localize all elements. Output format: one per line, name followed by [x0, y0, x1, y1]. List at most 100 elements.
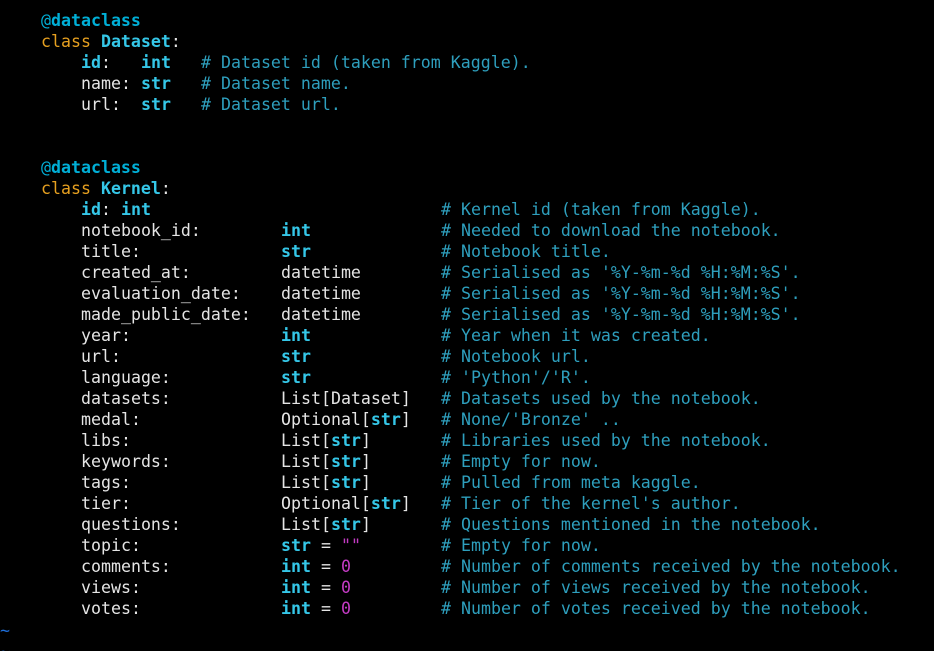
field-comment: # Serialised as '%Y-%m-%d %H:%M:%S'. — [441, 263, 801, 282]
field-comment: # Number of views received by the notebo… — [441, 578, 871, 597]
field-type: List[str] — [281, 430, 371, 451]
field-type: List[Dataset] — [281, 388, 411, 409]
field-name: name — [81, 74, 121, 93]
field-comment: # Dataset url. — [201, 95, 341, 114]
field-name: questions: — [81, 515, 181, 534]
field-type: str — [281, 241, 311, 262]
field-name: medal: — [81, 410, 141, 429]
field-name: views: — [81, 578, 141, 597]
type-param: str — [330, 515, 361, 534]
field-type: datetime — [281, 304, 361, 325]
decorator-at: @ — [41, 158, 51, 177]
field-type: str — [141, 74, 171, 93]
field-name: id — [81, 200, 101, 219]
field-comment: # Questions mentioned in the notebook. — [441, 515, 821, 534]
field-name: url: — [81, 347, 121, 366]
field-name: votes: — [81, 599, 141, 618]
field-type: int — [281, 220, 311, 241]
field-comment: # Year when it was created. — [441, 326, 711, 345]
field-name: evaluation_date: — [81, 284, 241, 303]
assign-operator: = — [310, 578, 341, 597]
decorator-at: @ — [41, 11, 51, 30]
field-type: Optional[str] — [281, 493, 411, 514]
field-type: int = 0 — [281, 556, 351, 577]
default-value: "" — [340, 536, 361, 555]
field-comment: # Number of comments received by the not… — [441, 557, 901, 576]
field-comment: # Serialised as '%Y-%m-%d %H:%M:%S'. — [441, 305, 801, 324]
field-name: topic: — [81, 536, 141, 555]
type-name: int — [281, 578, 311, 597]
type-generic: Optional[ — [281, 494, 371, 513]
field-name: url — [81, 95, 111, 114]
assign-operator: = — [310, 599, 341, 618]
type-generic: List[ — [281, 389, 331, 408]
field-type: int — [120, 200, 151, 219]
field-comment: # Libraries used by the notebook. — [441, 431, 771, 450]
field-type: Optional[str] — [281, 409, 411, 430]
class-keyword: class — [41, 32, 91, 51]
field-type: int = 0 — [281, 598, 351, 619]
field-comment: # Kernel id (taken from Kaggle). — [441, 200, 761, 219]
field-comment: # None/'Bronze' .. — [441, 410, 621, 429]
field-comment: # Needed to download the notebook. — [441, 221, 781, 240]
field-name: tier: — [81, 494, 131, 513]
field-type: str — [281, 346, 311, 367]
field-comment: # Tier of the kernel's author. — [441, 494, 741, 513]
field-comment: # Empty for now. — [441, 452, 601, 471]
field-name: comments: — [81, 557, 171, 576]
type-bracket: ] — [400, 410, 411, 429]
code-line-field: url: str # Dataset url. — [81, 95, 341, 114]
field-type: List[str] — [281, 451, 371, 472]
field-type: int — [281, 325, 311, 346]
field-comment: # Serialised as '%Y-%m-%d %H:%M:%S'. — [441, 284, 801, 303]
type-generic: Optional[ — [281, 410, 371, 429]
empty-line-marker: ~ — [0, 621, 10, 640]
field-type: str = "" — [281, 535, 361, 556]
type-name: int — [281, 557, 311, 576]
field-name: id — [81, 53, 101, 72]
default-value: 0 — [340, 557, 351, 576]
type-param: str — [370, 494, 401, 513]
field-type: datetime — [281, 262, 361, 283]
field-comment: # Pulled from meta kaggle. — [441, 473, 701, 492]
field-comment: # Empty for now. — [441, 536, 601, 555]
type-name: int — [281, 326, 311, 345]
type-bracket: ] — [360, 515, 371, 534]
field-comment: # Number of votes received by the notebo… — [441, 599, 871, 618]
field-name: year: — [81, 326, 131, 345]
field-name: datasets: — [81, 389, 171, 408]
field-type: int — [141, 53, 171, 72]
type-bracket: ] — [360, 431, 371, 450]
type-param: str — [330, 452, 361, 471]
field-type: List[str] — [281, 472, 371, 493]
type-generic: List[ — [281, 515, 331, 534]
field-comment: # Dataset name. — [201, 74, 351, 93]
type-name: datetime — [281, 305, 361, 324]
assign-operator: = — [310, 557, 341, 576]
default-value: 0 — [340, 599, 351, 618]
type-name: int — [281, 221, 311, 240]
field-name: title: — [81, 242, 141, 261]
class-name-dataset: Dataset — [100, 32, 171, 51]
code-line-field: id: int # Dataset id (taken from Kaggle)… — [81, 53, 531, 72]
type-generic: List[ — [281, 431, 331, 450]
field-name: keywords: — [81, 452, 171, 471]
field-type: str — [141, 95, 171, 114]
field-name: made_public_date: — [81, 305, 251, 324]
field-name: notebook_id: — [81, 221, 201, 240]
type-generic: List[ — [281, 473, 331, 492]
type-bracket: ] — [360, 473, 371, 492]
type-param: Dataset — [330, 389, 401, 408]
field-type: str — [281, 367, 311, 388]
field-type: int = 0 — [281, 577, 351, 598]
assign-operator: = — [310, 536, 341, 555]
code-line-decorator: @dataclass — [0, 157, 141, 178]
code-line-class-kernel: class Kernel: — [41, 179, 171, 198]
field-name: language: — [81, 368, 171, 387]
code-line-field: name: str # Dataset name. — [81, 74, 351, 93]
decorator-name: dataclass — [51, 158, 141, 177]
type-name: str — [281, 536, 311, 555]
field-comment: # Notebook title. — [441, 242, 611, 261]
field-comment: # Datasets used by the notebook. — [441, 389, 761, 408]
code-editor[interactable]: @dataclass class Dataset: id: int # Data… — [0, 0, 934, 651]
